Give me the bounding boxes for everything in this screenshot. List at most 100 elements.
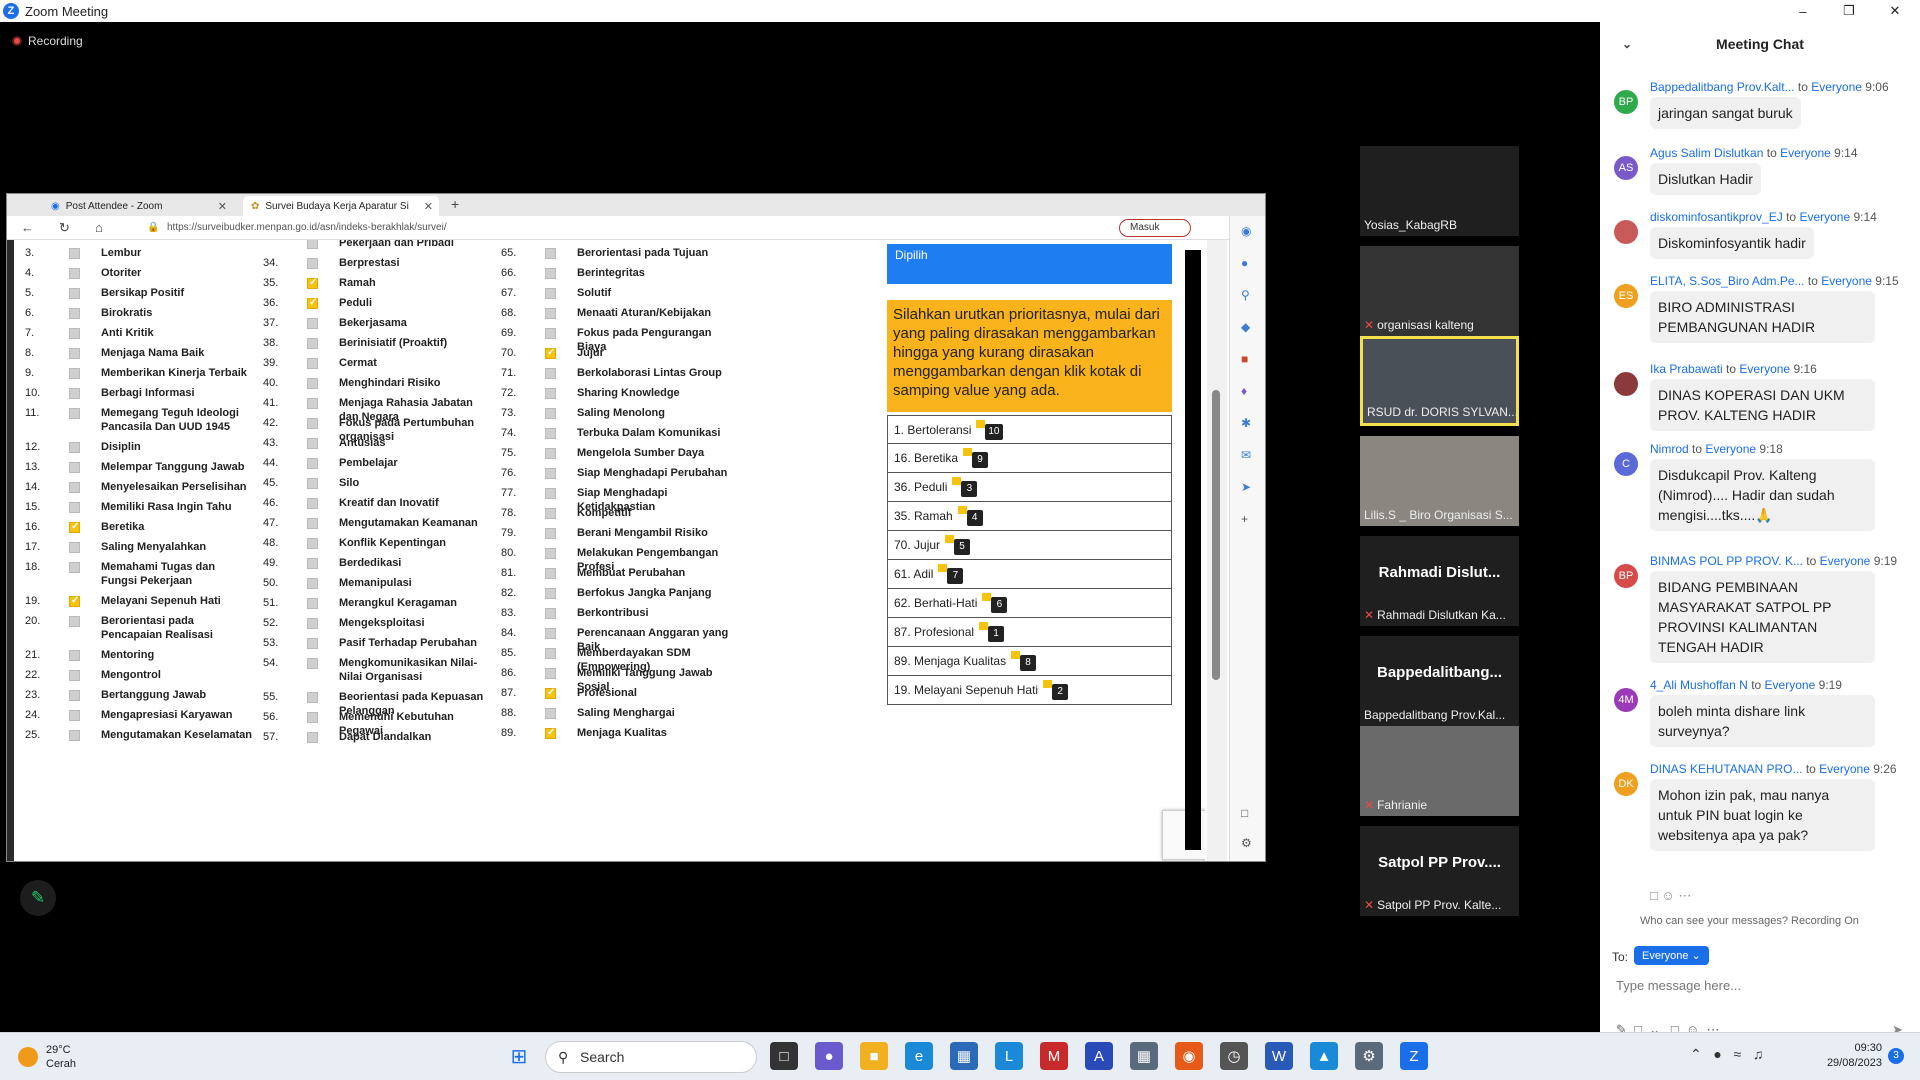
bing-icon[interactable]: ◉	[1241, 224, 1251, 238]
zoom-app-icon[interactable]: Z	[1400, 1042, 1428, 1070]
app-l-icon[interactable]: L	[995, 1042, 1023, 1070]
value-checkbox[interactable]	[307, 732, 318, 743]
value-checkbox[interactable]	[307, 438, 318, 449]
games-icon[interactable]: ♦	[1241, 384, 1247, 398]
word-icon[interactable]: W	[1265, 1042, 1293, 1070]
value-checkbox[interactable]	[545, 448, 556, 459]
value-checkbox[interactable]	[545, 468, 556, 479]
message-bubble[interactable]: Mohon izin pak, mau nanya untuk PIN buat…	[1650, 779, 1875, 851]
value-checkbox[interactable]	[69, 442, 80, 453]
value-checkbox[interactable]	[307, 378, 318, 389]
value-checkbox[interactable]	[307, 538, 318, 549]
notification-badge[interactable]: 3	[1888, 1048, 1904, 1064]
participant-tile[interactable]: Lilis.S _ Biro Organisasi S...	[1360, 436, 1519, 526]
value-checkbox[interactable]	[307, 638, 318, 649]
value-checkbox[interactable]	[545, 268, 556, 279]
firefox-icon[interactable]: ◉	[1175, 1042, 1203, 1070]
message-bubble[interactable]: Dislutkan Hadir	[1650, 163, 1761, 195]
value-checkbox[interactable]	[545, 686, 556, 700]
ranked-item[interactable]: 62. Berhati-Hati 6	[887, 589, 1172, 618]
value-checkbox[interactable]	[69, 616, 80, 627]
teams-icon[interactable]: ●	[815, 1042, 843, 1070]
value-checkbox[interactable]	[307, 518, 318, 529]
rank-badge[interactable]: 1	[979, 622, 1005, 642]
value-checkbox[interactable]	[545, 368, 556, 379]
value-checkbox[interactable]	[307, 598, 318, 609]
rank-badge[interactable]: 5	[945, 535, 971, 555]
who-can-see-label[interactable]: Who can see your messages? Recording On	[1640, 915, 1859, 927]
app-a-icon[interactable]: A	[1085, 1042, 1113, 1070]
add-icon[interactable]: +	[1241, 512, 1248, 526]
settings-app-icon[interactable]: ⚙	[1355, 1042, 1383, 1070]
send-icon[interactable]: ➤	[1241, 480, 1251, 494]
value-checkbox[interactable]	[307, 240, 318, 249]
recording-indicator[interactable]: Recording	[12, 34, 83, 48]
value-checkbox[interactable]	[545, 488, 556, 499]
message-bubble[interactable]: Disdukcapil Prov. Kalteng (Nimrod).... H…	[1650, 459, 1875, 531]
participant-tile[interactable]: Rahmadi Dislut... ✕ Rahmadi Dislutkan Ka..…	[1360, 536, 1519, 626]
calculator-icon[interactable]: ▦	[1130, 1042, 1158, 1070]
weather-widget[interactable]: 29°C Cerah	[18, 1043, 76, 1071]
rank-badge[interactable]: 2	[1043, 680, 1069, 700]
rank-badge[interactable]: 4	[957, 506, 983, 526]
value-checkbox[interactable]	[69, 690, 80, 701]
value-checkbox[interactable]	[69, 502, 80, 513]
page-scrollbar[interactable]	[1185, 240, 1227, 861]
value-checkbox[interactable]	[545, 726, 556, 740]
back-icon[interactable]: ←	[21, 220, 34, 235]
value-checkbox[interactable]	[307, 692, 318, 703]
value-checkbox[interactable]	[307, 418, 318, 429]
participant-tile[interactable]: Satpol PP Prov.... ✕ Satpol PP Prov. Kalte…	[1360, 826, 1519, 916]
minimize-button[interactable]: –	[1780, 0, 1826, 22]
message-bubble[interactable]: boleh minta dishare link surveynya?	[1650, 695, 1875, 747]
value-checkbox[interactable]	[69, 520, 80, 534]
value-checkbox[interactable]	[307, 276, 318, 290]
ranked-item[interactable]: 61. Adil 7	[887, 560, 1172, 589]
message-bubble[interactable]: jaringan sangat buruk	[1650, 97, 1801, 129]
value-checkbox[interactable]	[69, 288, 80, 299]
value-checkbox[interactable]	[545, 248, 556, 259]
ranked-item[interactable]: 89. Menjaga Kualitas 8	[887, 647, 1172, 676]
value-checkbox[interactable]	[307, 618, 318, 629]
value-checkbox[interactable]	[69, 710, 80, 721]
sender-name[interactable]: Nimrod	[1650, 442, 1689, 456]
ranked-item[interactable]: 87. Profesional 1	[887, 618, 1172, 647]
rank-badge[interactable]: 9	[963, 448, 989, 468]
value-checkbox[interactable]	[545, 588, 556, 599]
sender-name[interactable]: Ika Prabawati	[1650, 362, 1723, 376]
chat-input[interactable]: Type message here...	[1616, 978, 1741, 993]
value-checkbox[interactable]	[545, 428, 556, 439]
apps-icon[interactable]: ✱	[1241, 416, 1251, 430]
home-icon[interactable]: ⌂	[95, 220, 103, 235]
sender-name[interactable]: Bappedalitbang Prov.Kalt...	[1650, 80, 1795, 94]
value-checkbox[interactable]	[545, 288, 556, 299]
toolbox-icon[interactable]: ■	[1241, 352, 1248, 366]
task-view-icon[interactable]: □	[770, 1042, 798, 1070]
settings-icon[interactable]: ⚙	[1241, 836, 1252, 850]
rank-badge[interactable]: 7	[938, 564, 964, 584]
value-checkbox[interactable]	[69, 308, 80, 319]
taskbar-clock[interactable]: 09:30 29/08/2023	[1812, 1041, 1882, 1071]
value-checkbox[interactable]	[545, 346, 556, 360]
sender-name[interactable]: DINAS KEHUTANAN PRO...	[1650, 762, 1802, 776]
edge-icon[interactable]: e	[905, 1042, 933, 1070]
value-checkbox[interactable]	[545, 308, 556, 319]
clock-app-icon[interactable]: ◷	[1220, 1042, 1248, 1070]
value-checkbox[interactable]	[69, 594, 80, 608]
value-checkbox[interactable]	[545, 648, 556, 659]
value-checkbox[interactable]	[69, 482, 80, 493]
refresh-icon[interactable]: ↻	[59, 220, 70, 236]
value-checkbox[interactable]	[307, 398, 318, 409]
value-checkbox[interactable]	[307, 478, 318, 489]
value-checkbox[interactable]	[545, 548, 556, 559]
app-chart-icon[interactable]: ▲	[1310, 1042, 1338, 1070]
file-explorer-icon[interactable]: ■	[860, 1042, 888, 1070]
message-bubble[interactable]: BIDANG PEMBINAAN MASYARAKAT SATPOL PP PR…	[1650, 571, 1875, 663]
search-icon[interactable]: ⚲	[1241, 288, 1250, 302]
value-checkbox[interactable]	[69, 730, 80, 741]
participant-tile[interactable]: RSUD dr. DORIS SYLVAN...	[1360, 336, 1519, 426]
sidebar-toggle-icon[interactable]: □	[1241, 806, 1248, 820]
value-checkbox[interactable]	[545, 708, 556, 719]
message-bubble[interactable]: Diskominfosyantik hadir	[1650, 227, 1814, 259]
tab-post-attendee[interactable]: ◉ Post Attendee - Zoom ✕	[43, 196, 233, 216]
